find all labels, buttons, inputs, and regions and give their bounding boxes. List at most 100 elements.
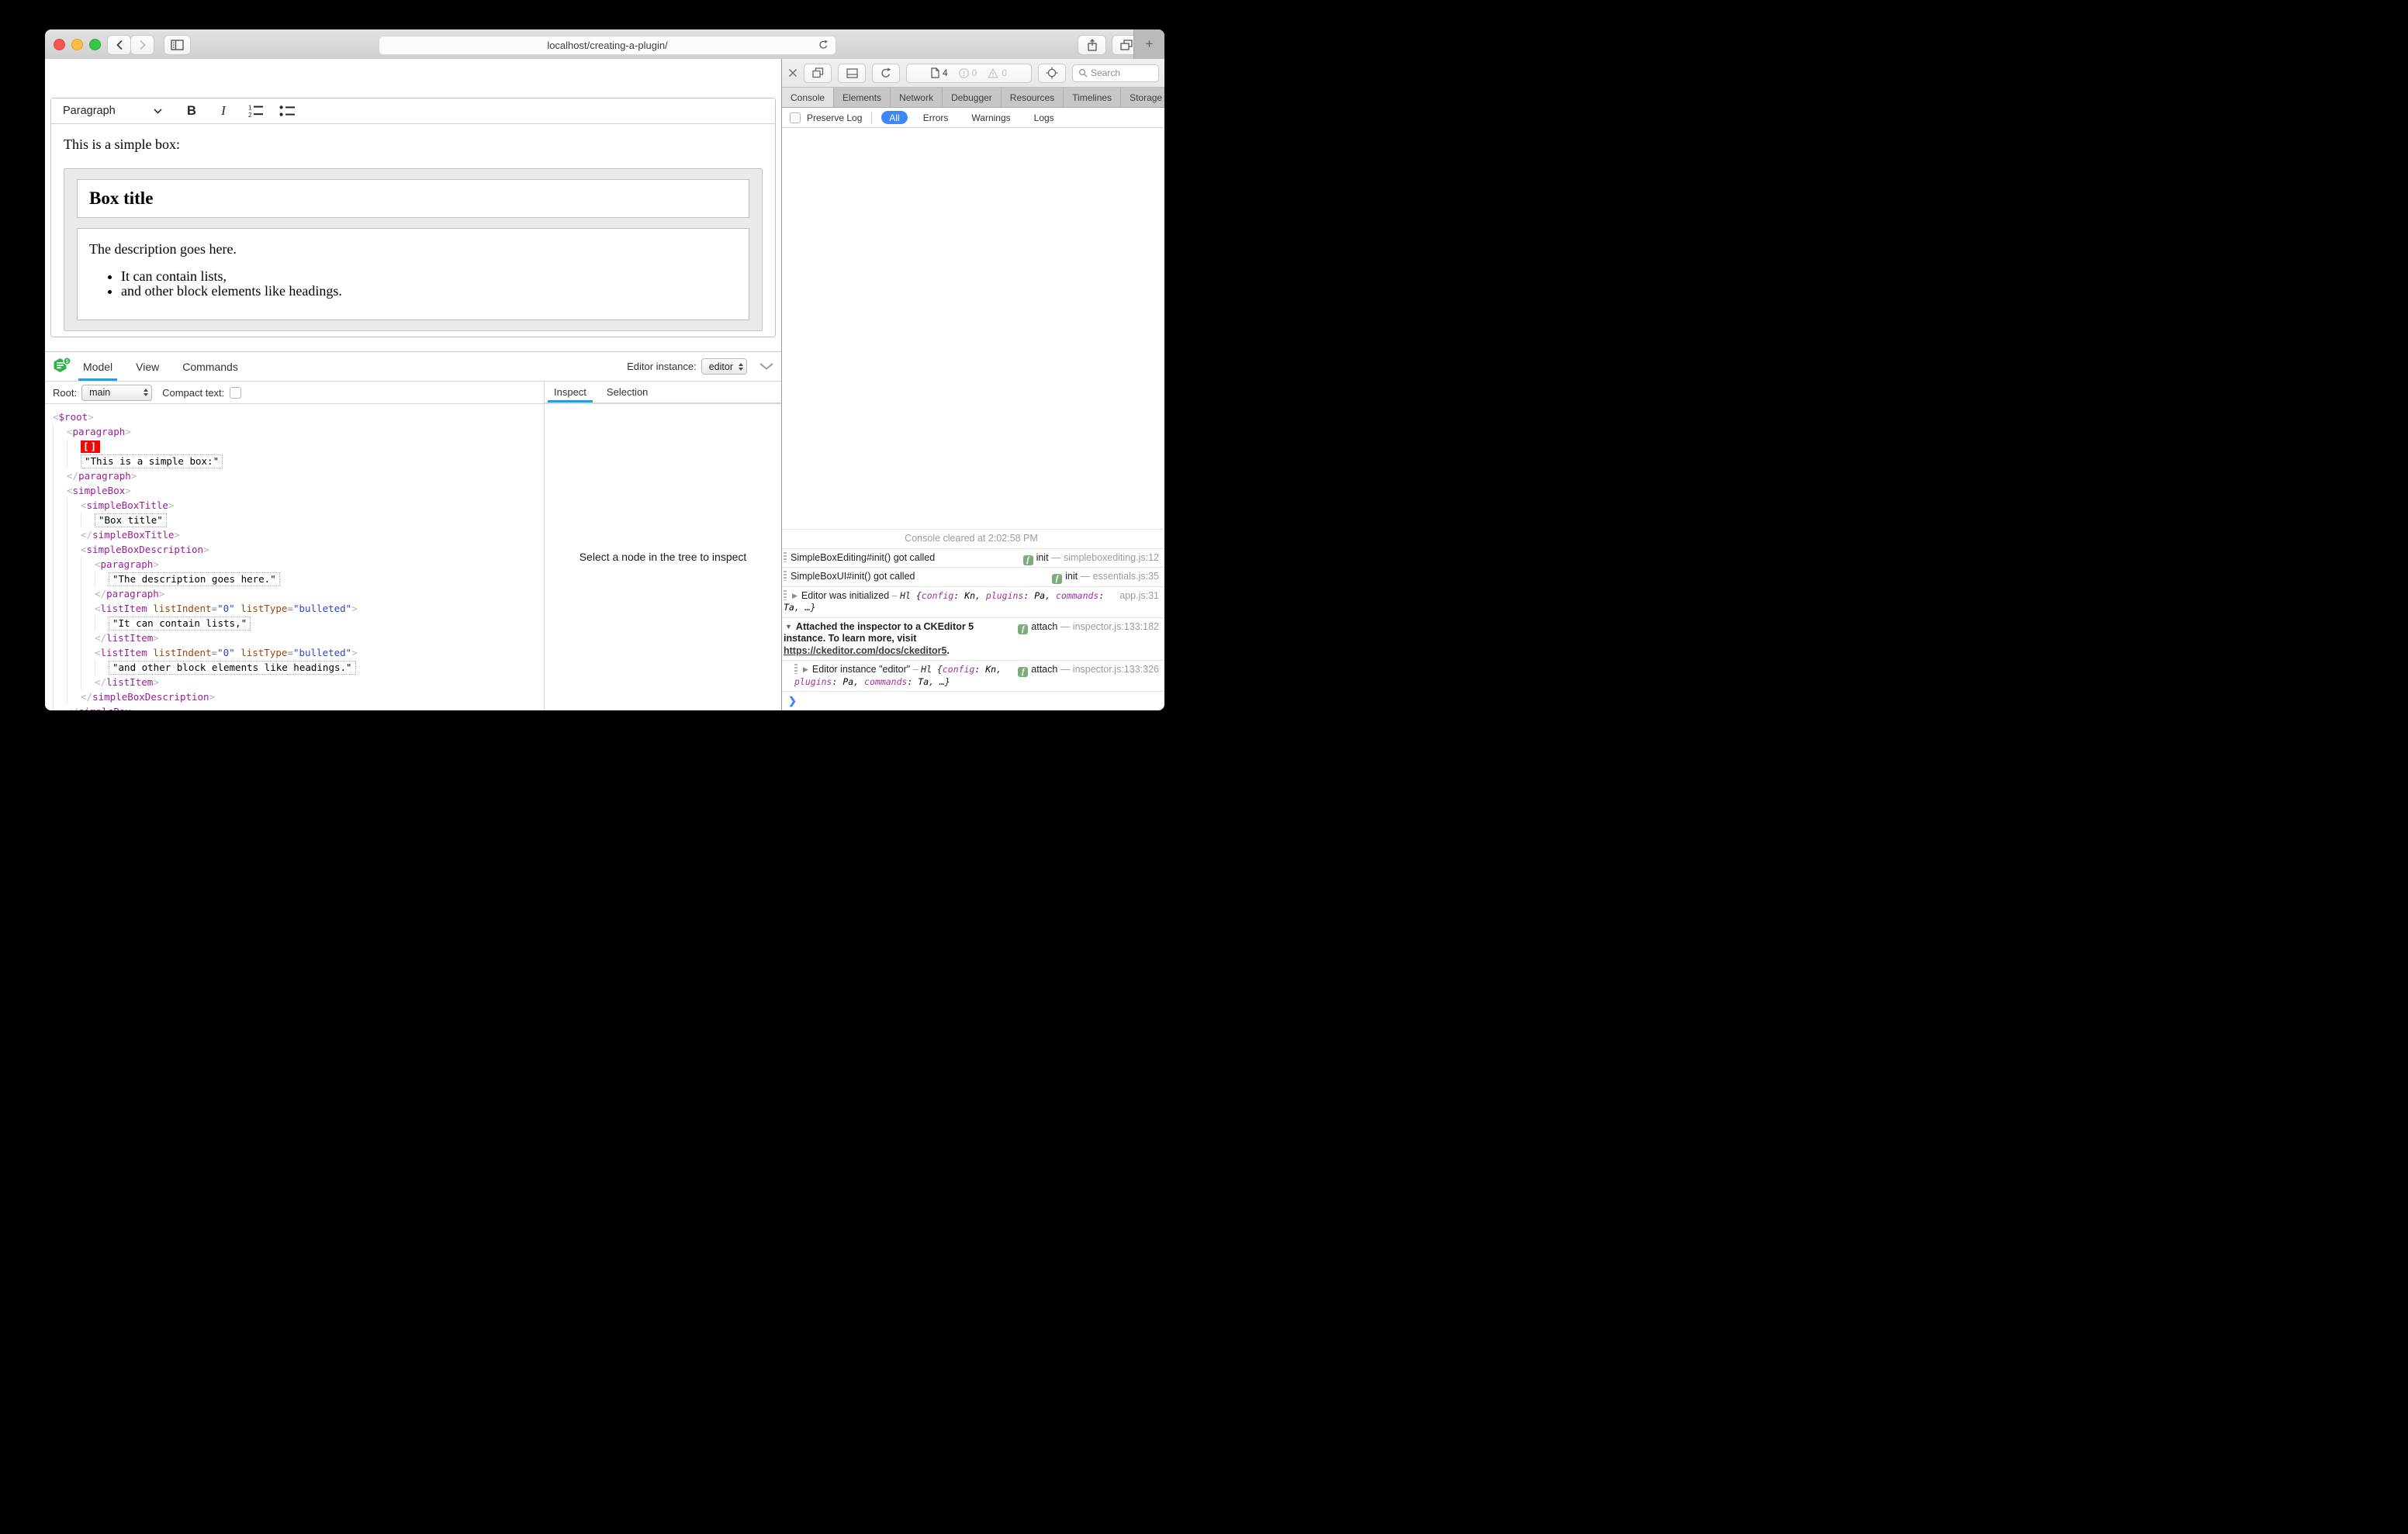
tree-line[interactable]: <paragraph>: [45, 424, 544, 439]
console-row[interactable]: f init — simpleboxediting.js:12 SimpleBoxE…: [782, 548, 1164, 568]
tree-line[interactable]: </paragraph>: [45, 586, 544, 601]
address-bar[interactable]: localhost/creating-a-plugin/: [379, 36, 836, 55]
devtools-tab-timelines[interactable]: Timelines: [1064, 88, 1122, 107]
numbered-list-button[interactable]: 1 2: [246, 102, 265, 120]
inspector-tab-model[interactable]: Model: [78, 352, 118, 381]
root-label: Root:: [53, 386, 78, 399]
filter-warnings[interactable]: Warnings: [964, 111, 1018, 124]
editor-instance-select[interactable]: editor: [701, 358, 747, 375]
console-row[interactable]: app.js:31 ▶ Editor was initialized – Hl {c…: [782, 586, 1164, 617]
new-tab-button[interactable]: +: [1133, 29, 1164, 59]
url-text: localhost/creating-a-plugin/: [547, 40, 668, 51]
devtools-search-field[interactable]: Search: [1072, 64, 1159, 82]
paragraph-dropdown[interactable]: Paragraph: [63, 105, 162, 117]
source-location-link[interactable]: inspector.js:133:326: [1073, 664, 1159, 675]
tree-line[interactable]: </simpleBox>: [45, 704, 544, 710]
console-row[interactable]: f attach — inspector.js:133:182 ▼ Attached …: [782, 617, 1164, 661]
svg-text:1: 1: [248, 105, 252, 112]
tree-line[interactable]: </listItem>: [45, 631, 544, 645]
devtools-tab-network[interactable]: Network: [891, 88, 943, 107]
preserve-log-checkbox[interactable]: [790, 112, 801, 123]
list-item: It can contain lists,: [121, 269, 737, 284]
simplebox-description[interactable]: The description goes here. It can contai…: [77, 228, 749, 320]
tree-line[interactable]: "It can contain lists,": [45, 616, 544, 631]
share-button[interactable]: [1078, 35, 1106, 55]
simplebox-title[interactable]: Box title: [77, 179, 749, 218]
tree-line[interactable]: <simpleBoxTitle>: [45, 498, 544, 513]
filter-logs[interactable]: Logs: [1026, 111, 1062, 124]
disclosure-triangle-icon[interactable]: ▶: [792, 590, 797, 603]
dock-window-button[interactable]: [804, 63, 832, 83]
source-location-link[interactable]: essentials.js:35: [1093, 571, 1159, 582]
tree-line[interactable]: <simpleBox>: [45, 483, 544, 498]
sidebar-button[interactable]: [164, 35, 191, 55]
dock-bottom-button[interactable]: [838, 63, 866, 83]
tree-line[interactable]: "Box title": [45, 513, 544, 527]
element-picker-button[interactable]: [1038, 63, 1066, 83]
root-select[interactable]: main: [81, 384, 153, 401]
tree-line[interactable]: </paragraph>: [45, 468, 544, 483]
root-value: main: [89, 387, 111, 398]
devtools-tab-debugger[interactable]: Debugger: [943, 88, 1002, 107]
function-badge-icon: f: [1052, 574, 1063, 584]
forward-button[interactable]: [130, 35, 154, 55]
simplebox-widget[interactable]: Box title The description goes here. It …: [64, 168, 763, 331]
back-button[interactable]: [107, 35, 131, 55]
reload-page-button[interactable]: [872, 63, 900, 83]
source-location-link[interactable]: app.js:31: [1119, 590, 1159, 601]
devtools-tab-console[interactable]: Console: [782, 88, 835, 107]
source-location-link[interactable]: inspector.js:133:182: [1073, 621, 1159, 632]
tree-line[interactable]: <paragraph>: [45, 557, 544, 572]
tree-line[interactable]: <$root>: [45, 409, 544, 424]
tree-line[interactable]: </simpleBoxTitle>: [45, 527, 544, 542]
selection-marker: []: [81, 441, 101, 453]
tree-line[interactable]: </simpleBoxDescription>: [45, 689, 544, 704]
inspector-tab-view[interactable]: View: [136, 352, 159, 381]
close-window-button[interactable]: [54, 39, 65, 50]
reload-button[interactable]: [818, 40, 829, 50]
tree-line[interactable]: <listItem listIndent="0" listType="bulle…: [45, 645, 544, 660]
devtools-tabs: Console Elements Network Debugger Resources T…: [782, 88, 1164, 108]
console-row[interactable]: f init — essentials.js:35 SimpleBoxUI#init…: [782, 567, 1164, 586]
list-item: and other block elements like headings.: [121, 283, 737, 299]
collapse-inspector-icon[interactable]: [759, 363, 773, 370]
source-location-link[interactable]: simpleboxediting.js:12: [1064, 552, 1159, 563]
tree-line[interactable]: <simpleBoxDescription>: [45, 542, 544, 557]
tree-line[interactable]: </listItem>: [45, 675, 544, 689]
console-row[interactable]: f attach — inspector.js:133:326 ▶ Editor in…: [782, 660, 1164, 691]
issues-summary-button[interactable]: 4 0 0: [906, 63, 1032, 83]
filter-all[interactable]: All: [881, 111, 908, 124]
console-output[interactable]: Console cleared at 2:02:58 PM f init — si…: [782, 126, 1164, 710]
tree-line[interactable]: "and other block elements like headings.…: [45, 660, 544, 675]
tree-line[interactable]: "This is a simple box:": [45, 454, 544, 468]
bulleted-list-button[interactable]: [278, 102, 296, 120]
devtools-tab-resources[interactable]: Resources: [1002, 88, 1064, 107]
tree-line[interactable]: <listItem listIndent="0" listType="bulle…: [45, 601, 544, 616]
filter-errors[interactable]: Errors: [915, 111, 957, 124]
compact-text-checkbox[interactable]: [230, 386, 242, 399]
minimize-window-button[interactable]: [71, 39, 83, 50]
zoom-window-button[interactable]: [89, 39, 101, 50]
tree-line[interactable]: "The description goes here.": [45, 572, 544, 586]
dock-window-icon: [811, 67, 823, 78]
console-link[interactable]: https://ckeditor.com/docs/ckeditor5: [784, 645, 946, 656]
editor-instance-label: Editor instance:: [627, 361, 697, 372]
console-row-meta: f attach — inspector.js:133:182: [1018, 621, 1159, 634]
select-arrows-icon: [739, 362, 743, 371]
console-prompt[interactable]: ❯: [782, 691, 1164, 710]
close-devtools-icon[interactable]: [788, 68, 797, 78]
tab-inspect[interactable]: Inspect: [548, 381, 593, 403]
disclosure-triangle-icon[interactable]: ▶: [803, 664, 808, 676]
bold-button[interactable]: B: [182, 102, 201, 120]
devtools-tab-elements[interactable]: Elements: [834, 88, 891, 107]
italic-button[interactable]: I: [214, 102, 233, 120]
tree-line[interactable]: []: [45, 439, 544, 454]
devtools-tab-storage[interactable]: Storage: [1121, 88, 1164, 107]
inspector-tab-commands[interactable]: Commands: [182, 352, 238, 381]
model-tree[interactable]: <$root> <paragraph>[] "This is a simple bo…: [45, 403, 544, 710]
scope-pills: All Errors Warnings Logs: [881, 111, 1061, 124]
disclosure-triangle-icon[interactable]: ▼: [785, 621, 792, 634]
editor-content[interactable]: This is a simple box: Box title The desc…: [51, 124, 775, 331]
tab-selection[interactable]: Selection: [607, 381, 648, 403]
bold-icon: B: [187, 103, 196, 118]
